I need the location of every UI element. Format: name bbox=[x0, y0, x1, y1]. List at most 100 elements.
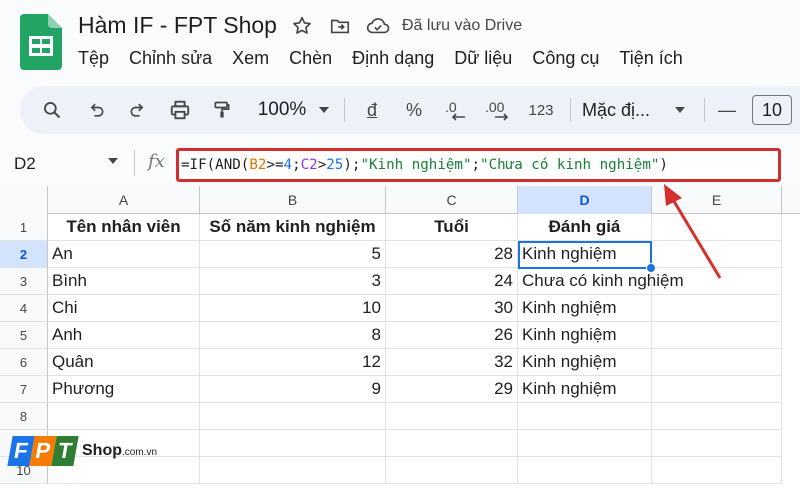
decrease-decimal-button[interactable]: .0 bbox=[442, 86, 472, 134]
cell-e8[interactable] bbox=[652, 403, 782, 430]
name-box-dropdown-icon[interactable] bbox=[108, 158, 118, 164]
row-header[interactable]: 7 bbox=[0, 376, 48, 403]
cell-c3[interactable]: 24 bbox=[386, 268, 518, 295]
column-header-a[interactable]: A bbox=[48, 186, 200, 214]
cell-e10[interactable] bbox=[652, 457, 782, 484]
menu-bar: Tệp Chỉnh sửa Xem Chèn Định dạng Dữ liệu… bbox=[78, 48, 683, 69]
star-icon[interactable] bbox=[290, 14, 314, 38]
menu-insert[interactable]: Chèn bbox=[289, 48, 332, 69]
cell-b8[interactable] bbox=[200, 403, 386, 430]
currency-format-button[interactable]: đ bbox=[360, 86, 384, 134]
cell-d1[interactable]: Đánh giá bbox=[518, 214, 652, 241]
row-header[interactable]: 6 bbox=[0, 349, 48, 376]
row-header[interactable]: 3 bbox=[0, 268, 48, 295]
menu-data[interactable]: Dữ liệu bbox=[454, 48, 512, 69]
row-header[interactable]: 2 bbox=[0, 241, 48, 268]
cell-e3[interactable] bbox=[652, 268, 782, 295]
cell-a5[interactable]: Anh bbox=[48, 322, 200, 349]
menu-file[interactable]: Tệp bbox=[78, 48, 109, 69]
decrease-font-size-button[interactable]: — bbox=[714, 86, 740, 134]
cell-c8[interactable] bbox=[386, 403, 518, 430]
cell-b1[interactable]: Số năm kinh nghiệm bbox=[200, 214, 386, 241]
cell-d9[interactable] bbox=[518, 430, 652, 457]
cell-a8[interactable] bbox=[48, 403, 200, 430]
cloud-saved-icon[interactable] bbox=[366, 14, 390, 38]
cell-c7[interactable]: 29 bbox=[386, 376, 518, 403]
cell-b4[interactable]: 10 bbox=[200, 295, 386, 322]
cell-e9[interactable] bbox=[652, 430, 782, 457]
column-header-e[interactable]: E bbox=[652, 186, 782, 214]
paint-format-icon[interactable] bbox=[208, 86, 236, 134]
formula-token: ; bbox=[292, 157, 301, 173]
cell-c1[interactable]: Tuổi bbox=[386, 214, 518, 241]
cell-b9[interactable] bbox=[200, 430, 386, 457]
cell-d10[interactable] bbox=[518, 457, 652, 484]
cell-a4[interactable]: Chi bbox=[48, 295, 200, 322]
cell-d8[interactable] bbox=[518, 403, 652, 430]
cell-b5[interactable]: 8 bbox=[200, 322, 386, 349]
column-header-d[interactable]: D bbox=[518, 186, 652, 214]
cell-b2[interactable]: 5 bbox=[200, 241, 386, 268]
cell-c5[interactable]: 26 bbox=[386, 322, 518, 349]
cell-a2[interactable]: An bbox=[48, 241, 200, 268]
cell-a1[interactable]: Tên nhân viên bbox=[48, 214, 200, 241]
column-header-b[interactable]: B bbox=[200, 186, 386, 214]
increase-decimal-button[interactable]: .00 bbox=[482, 86, 518, 134]
font-dropdown-icon[interactable] bbox=[670, 86, 690, 134]
font-size-input[interactable]: 10 bbox=[752, 95, 792, 125]
cell-d6[interactable]: Kinh nghiệm bbox=[518, 349, 652, 376]
cell-e4[interactable] bbox=[652, 295, 782, 322]
cell-d4[interactable]: Kinh nghiệm bbox=[518, 295, 652, 322]
cell-b10[interactable] bbox=[200, 457, 386, 484]
row-header[interactable]: 8 bbox=[0, 403, 48, 430]
zoom-select[interactable]: 100% bbox=[250, 86, 314, 134]
cell-c2[interactable]: 28 bbox=[386, 241, 518, 268]
cell-d5[interactable]: Kinh nghiệm bbox=[518, 322, 652, 349]
cell-e5[interactable] bbox=[652, 322, 782, 349]
fill-handle[interactable] bbox=[646, 263, 656, 273]
cell-c10[interactable] bbox=[386, 457, 518, 484]
more-formats-button[interactable]: 123 bbox=[524, 86, 558, 134]
cell-e7[interactable] bbox=[652, 376, 782, 403]
menu-format[interactable]: Định dạng bbox=[352, 48, 434, 69]
cell-a7[interactable]: Phương bbox=[48, 376, 200, 403]
formula-token: =IF(AND( bbox=[181, 157, 250, 173]
cell-e2[interactable] bbox=[652, 241, 782, 268]
cell-c4[interactable]: 30 bbox=[386, 295, 518, 322]
cell-e6[interactable] bbox=[652, 349, 782, 376]
redo-icon[interactable] bbox=[124, 86, 152, 134]
font-family-select[interactable]: Mặc đị... bbox=[582, 86, 666, 134]
formula-input[interactable]: =IF(AND(B2 >= 4; C2 > 25); "Kinh nghiệm"… bbox=[176, 148, 781, 182]
row-header[interactable]: 4 bbox=[0, 295, 48, 322]
sheets-logo-icon[interactable] bbox=[20, 14, 62, 70]
cell-d7[interactable]: Kinh nghiệm bbox=[518, 376, 652, 403]
cell-d2[interactable]: Kinh nghiệm bbox=[518, 241, 652, 268]
menu-tools[interactable]: Công cụ bbox=[532, 48, 599, 69]
select-all-corner[interactable] bbox=[0, 186, 48, 214]
cell-c9[interactable] bbox=[386, 430, 518, 457]
search-menus-icon[interactable] bbox=[38, 86, 66, 134]
cell-e1[interactable] bbox=[652, 214, 782, 241]
zoom-dropdown-icon[interactable] bbox=[314, 86, 334, 134]
cell-d3[interactable]: Chưa có kinh nghiệm bbox=[518, 268, 684, 295]
menu-extensions[interactable]: Tiện ích bbox=[619, 48, 682, 69]
google-sheets-window: Hàm IF - FPT Shop Đã lưu vào Drive Tệp C… bbox=[0, 0, 800, 488]
move-folder-icon[interactable] bbox=[328, 14, 352, 38]
cell-a6[interactable]: Quân bbox=[48, 349, 200, 376]
cell-a3[interactable]: Bình bbox=[48, 268, 200, 295]
column-header-c[interactable]: C bbox=[386, 186, 518, 214]
cell-b3[interactable]: 3 bbox=[200, 268, 386, 295]
name-box[interactable]: D2 bbox=[0, 146, 140, 182]
row-header[interactable]: 1 bbox=[0, 214, 48, 241]
undo-icon[interactable] bbox=[82, 86, 110, 134]
percent-format-button[interactable]: % bbox=[402, 86, 426, 134]
document-title[interactable]: Hàm IF - FPT Shop bbox=[78, 12, 277, 39]
menu-edit[interactable]: Chỉnh sửa bbox=[129, 48, 212, 69]
cell-b6[interactable]: 12 bbox=[200, 349, 386, 376]
menu-view[interactable]: Xem bbox=[232, 48, 269, 69]
cell-b7[interactable]: 9 bbox=[200, 376, 386, 403]
cell-c6[interactable]: 32 bbox=[386, 349, 518, 376]
row-header[interactable]: 5 bbox=[0, 322, 48, 349]
print-icon[interactable] bbox=[166, 86, 194, 134]
fx-icon: fx bbox=[148, 151, 165, 172]
